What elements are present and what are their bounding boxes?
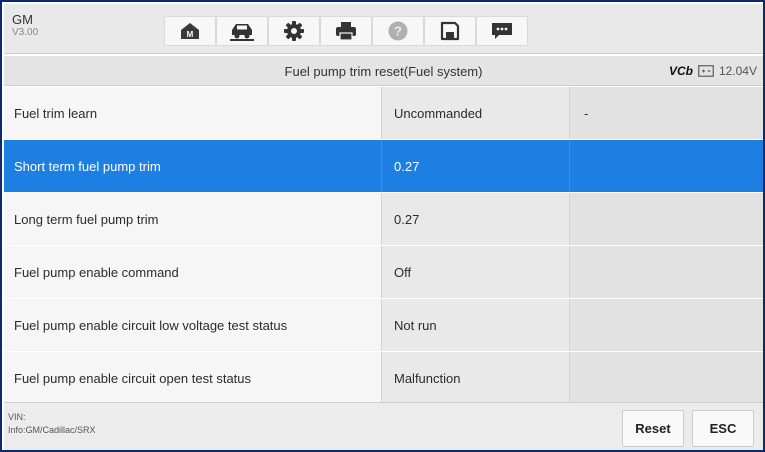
table-row[interactable]: Fuel trim learn Uncommanded -	[4, 87, 763, 139]
save-button[interactable]	[424, 16, 476, 46]
vehicle-details: VIN: Info:GM/Cadillac/SRX	[8, 411, 96, 437]
table-row[interactable]: Long term fuel pump trim 0.27	[4, 193, 763, 245]
top-toolbar: GM V3.00 M ?	[4, 4, 763, 54]
vehicle-make: GM	[12, 12, 33, 27]
table-row[interactable]: Fuel pump enable circuit low voltage tes…	[4, 299, 763, 351]
parameter-value: Off	[382, 246, 570, 298]
battery-voltage: 12.04V	[718, 64, 757, 78]
data-stream-table: Fuel trim learn Uncommanded - Short term…	[4, 87, 763, 402]
print-button[interactable]	[320, 16, 372, 46]
parameter-unit: -	[570, 87, 763, 139]
vehicle-path: Info:GM/Cadillac/SRX	[8, 425, 96, 435]
parameter-value: 0.27	[382, 193, 570, 245]
parameter-unit	[570, 193, 763, 245]
parameter-name: Short term fuel pump trim	[4, 140, 382, 192]
parameter-name: Fuel pump enable command	[4, 246, 382, 298]
parameter-name: Fuel pump enable circuit open test statu…	[4, 352, 382, 402]
help-icon: ?	[388, 21, 408, 41]
vci-status: VCb 12.04V	[669, 64, 757, 78]
parameter-name: Fuel pump enable circuit low voltage tes…	[4, 299, 382, 351]
parameter-name: Long term fuel pump trim	[4, 193, 382, 245]
parameter-unit	[570, 140, 763, 192]
vcb-logo: VCb	[668, 64, 693, 78]
battery-icon	[698, 65, 714, 77]
parameter-unit	[570, 246, 763, 298]
vehicle-swap-button[interactable]	[216, 16, 268, 46]
svg-text:M: M	[187, 30, 194, 39]
app-window: GM V3.00 M ? Fuel pump trim reset(Fuel s…	[0, 0, 765, 452]
chat-icon	[492, 23, 512, 39]
vin-label: VIN:	[8, 412, 26, 422]
title-bar: Fuel pump trim reset(Fuel system) VCb 12…	[4, 56, 763, 86]
software-version: V3.00	[12, 27, 39, 38]
save-icon	[440, 21, 460, 41]
parameter-unit	[570, 352, 763, 402]
help-button[interactable]: ?	[372, 16, 424, 46]
table-row[interactable]: Fuel pump enable command Off	[4, 246, 763, 298]
vehicle-info: GM V3.00	[12, 13, 38, 39]
home-icon: M	[181, 23, 199, 39]
message-button[interactable]	[476, 16, 528, 46]
page-title: Fuel pump trim reset(Fuel system)	[284, 64, 483, 79]
parameter-value: Malfunction	[382, 352, 570, 402]
parameter-value: Not run	[382, 299, 570, 351]
table-row[interactable]: Fuel pump enable circuit open test statu…	[4, 352, 763, 402]
svg-text:?: ?	[394, 24, 402, 39]
gear-icon	[284, 21, 304, 41]
home-button[interactable]: M	[164, 16, 216, 46]
settings-button[interactable]	[268, 16, 320, 46]
vehicle-swap-icon	[230, 24, 254, 41]
printer-icon	[336, 22, 356, 41]
reset-button[interactable]: Reset	[622, 410, 684, 447]
parameter-unit	[570, 299, 763, 351]
bottom-bar: VIN: Info:GM/Cadillac/SRX Reset ESC	[4, 402, 763, 450]
parameter-value: 0.27	[382, 140, 570, 192]
table-row-selected[interactable]: Short term fuel pump trim 0.27	[4, 140, 763, 192]
esc-button[interactable]: ESC	[692, 410, 754, 447]
parameter-name: Fuel trim learn	[4, 87, 382, 139]
parameter-value: Uncommanded	[382, 87, 570, 139]
